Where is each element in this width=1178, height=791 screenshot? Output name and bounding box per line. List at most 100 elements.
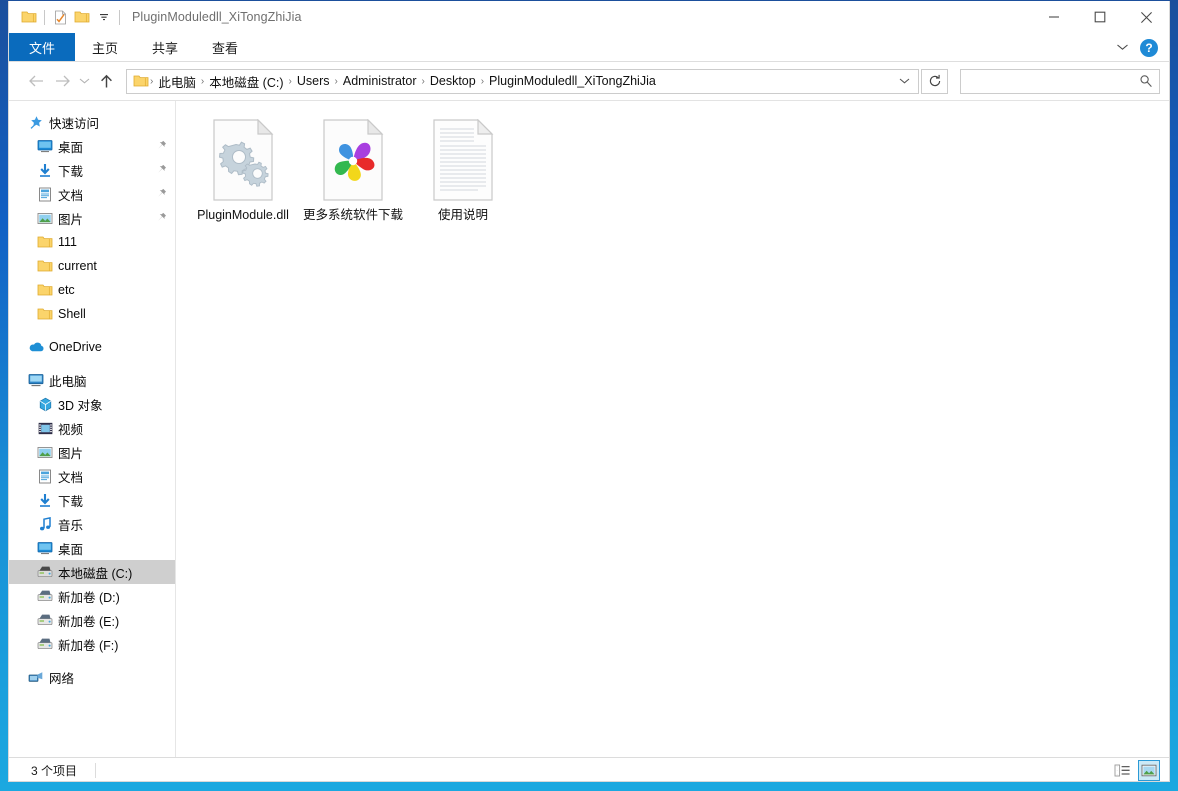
sidebar-item-documents[interactable]: 文档 (9, 182, 175, 206)
breadcrumb-item-administrator[interactable]: Administrator (339, 74, 421, 88)
customize-dropdown-icon[interactable] (93, 6, 115, 28)
window-controls (1031, 1, 1169, 33)
breadcrumb-item-users[interactable]: Users (293, 74, 334, 88)
pinwheel-shortcut-icon (317, 119, 389, 203)
sidebar-item-label: 新加卷 (E:) (58, 614, 120, 629)
tab-view[interactable]: 查看 (195, 33, 255, 61)
pin-icon[interactable] (157, 187, 167, 201)
pictures-icon (34, 442, 56, 462)
sidebar-item-pictures[interactable]: 图片 (9, 206, 175, 230)
folder-icon (34, 280, 56, 300)
back-button[interactable] (23, 68, 49, 94)
properties-icon[interactable] (49, 6, 71, 28)
view-toggle-group (1111, 758, 1160, 781)
dll-gears-icon (207, 119, 279, 203)
close-button[interactable] (1123, 1, 1169, 33)
star-pin-icon (25, 112, 47, 132)
sidebar-item-current[interactable]: current (9, 254, 175, 278)
sidebar-item-etc[interactable]: etc (9, 278, 175, 302)
file-item[interactable]: 更多系统软件下载 (300, 115, 406, 227)
ribbon-right-controls: ? (1112, 33, 1165, 62)
folder-icon (34, 304, 56, 324)
sidebar-item-downloads-pc[interactable]: 下载 (9, 488, 175, 512)
sidebar-item-label: etc (58, 283, 75, 297)
tab-file[interactable]: 文件 (9, 33, 76, 61)
minimize-button[interactable] (1031, 1, 1077, 33)
large-icons-view-button[interactable] (1138, 760, 1160, 781)
search-box[interactable] (960, 68, 1160, 94)
downloads-icon (34, 160, 56, 180)
documents-icon (34, 184, 56, 204)
navigation-pane[interactable]: 快速访问 桌面 下载 文档 图片 111 current etc Shell O… (9, 101, 176, 757)
sidebar-item-3d-objects[interactable]: 3D 对象 (9, 392, 175, 416)
sidebar-item-music[interactable]: 音乐 (9, 512, 175, 536)
sidebar-group-this-pc[interactable]: 此电脑 (9, 368, 175, 392)
sidebar-item-local-disk-c[interactable]: 本地磁盘 (C:) (9, 560, 175, 584)
folder-icon[interactable] (18, 6, 40, 28)
sidebar-item-documents-pc[interactable]: 文档 (9, 464, 175, 488)
pin-icon[interactable] (157, 163, 167, 177)
file-list-pane[interactable]: PluginModule.dll 更多系统软件下载 使用说明 (176, 101, 1169, 757)
sidebar-item-volume-e[interactable]: 新加卷 (E:) (9, 608, 175, 632)
sidebar-item-desktop-pc[interactable]: 桌面 (9, 536, 175, 560)
address-dropdown-icon[interactable] (894, 70, 914, 92)
sidebar-group-network[interactable]: 网络 (9, 665, 175, 689)
window-title: PluginModuledll_XiTongZhiJia (132, 10, 302, 24)
sidebar-item-111[interactable]: 111 (9, 230, 175, 254)
videos-icon (34, 418, 56, 438)
sidebar-group-onedrive[interactable]: OneDrive (9, 335, 175, 359)
breadcrumb-item-local-disk-c[interactable]: 本地磁盘 (C:) (205, 72, 287, 91)
search-icon (1139, 74, 1153, 88)
3d-objects-icon (34, 394, 56, 414)
sidebar-group-label: 快速访问 (49, 116, 100, 131)
file-name: PluginModule.dll (197, 208, 289, 222)
details-view-button[interactable] (1111, 760, 1133, 781)
sidebar-item-label: current (58, 259, 97, 273)
sidebar-item-volume-d[interactable]: 新加卷 (D:) (9, 584, 175, 608)
item-count-label: 3 个项目 (31, 763, 78, 778)
pictures-icon (34, 208, 56, 228)
file-grid: PluginModule.dll 更多系统软件下载 使用说明 (190, 115, 1169, 227)
sidebar-item-shell[interactable]: Shell (9, 302, 175, 326)
navigation-bar: › 此电脑 › 本地磁盘 (C:) › Users › Administrato… (9, 62, 1169, 100)
maximize-button[interactable] (1077, 1, 1123, 33)
breadcrumb-separator: › (200, 75, 205, 87)
status-bar: 3 个项目 (9, 757, 1169, 781)
forward-button[interactable] (49, 68, 75, 94)
breadcrumb-separator: › (288, 75, 292, 87)
ribbon-tab-bar: 文件 主页 共享 查看 ? (9, 33, 1169, 62)
sidebar-item-label: 图片 (58, 446, 84, 461)
pin-icon[interactable] (157, 139, 167, 153)
breadcrumb-item-this-pc[interactable]: 此电脑 (154, 72, 200, 91)
search-input[interactable] (967, 74, 1139, 88)
sidebar-item-videos[interactable]: 视频 (9, 416, 175, 440)
sidebar-item-label: Shell (58, 307, 86, 321)
chevron-down-icon[interactable] (1112, 38, 1132, 58)
sidebar-item-downloads[interactable]: 下载 (9, 158, 175, 182)
sidebar-item-desktop[interactable]: 桌面 (9, 134, 175, 158)
tab-home[interactable]: 主页 (75, 33, 135, 61)
breadcrumb-item-desktop[interactable]: Desktop (426, 74, 480, 88)
sidebar-item-label: 文档 (58, 470, 84, 485)
file-item[interactable]: 使用说明 (410, 115, 516, 227)
recent-locations-icon[interactable] (75, 68, 93, 94)
tab-share[interactable]: 共享 (135, 33, 195, 61)
up-button[interactable] (93, 68, 119, 94)
sidebar-group-quick-access[interactable]: 快速访问 (9, 110, 175, 134)
address-bar[interactable]: › 此电脑 › 本地磁盘 (C:) › Users › Administrato… (126, 68, 919, 94)
folder-icon (34, 232, 56, 252)
desktop-icon (34, 136, 56, 156)
breadcrumb-item-current-folder[interactable]: PluginModuledll_XiTongZhiJia (485, 74, 660, 88)
new-folder-icon[interactable] (71, 6, 93, 28)
folder-icon (34, 256, 56, 276)
sidebar-item-volume-f[interactable]: 新加卷 (F:) (9, 632, 175, 656)
pin-icon[interactable] (157, 211, 167, 225)
help-button[interactable]: ? (1140, 38, 1158, 57)
documents-icon (34, 466, 56, 486)
file-item[interactable]: PluginModule.dll (190, 115, 296, 227)
drive-icon (34, 586, 56, 606)
sidebar-item-pictures-pc[interactable]: 图片 (9, 440, 175, 464)
refresh-button[interactable] (921, 68, 948, 94)
